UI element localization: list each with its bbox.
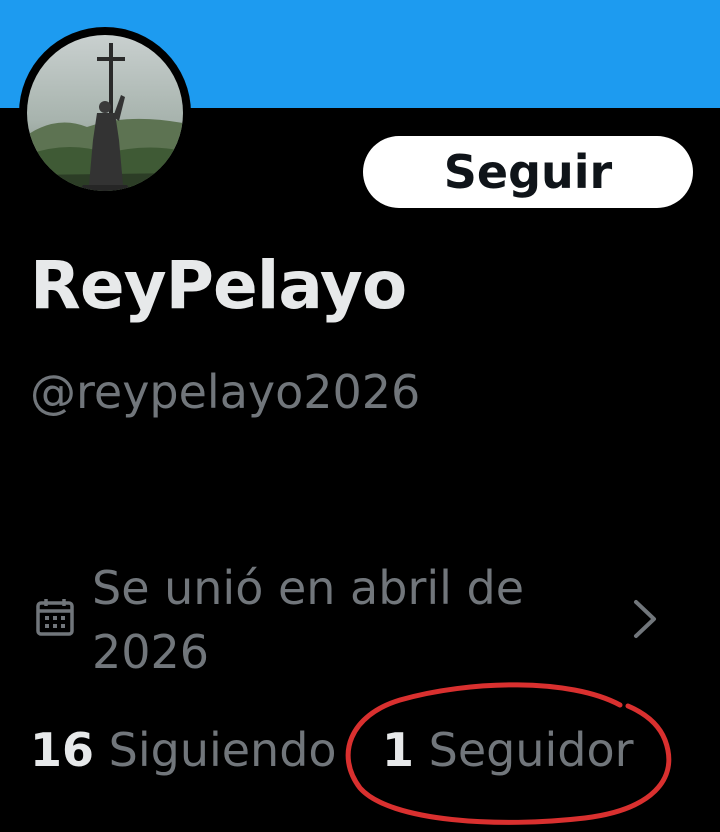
joined-date-row[interactable]: Se unió en abril de 2026 <box>30 556 690 684</box>
joined-date-text: Se unió en abril de 2026 <box>92 561 525 679</box>
followers-label: Seguidor <box>428 723 634 777</box>
follow-button[interactable]: Seguir <box>363 136 693 208</box>
following-link[interactable]: 16 Siguiendo <box>30 718 337 782</box>
followers-count: 1 <box>382 723 415 777</box>
following-count: 16 <box>30 723 95 777</box>
avatar-image <box>27 35 183 191</box>
display-name: ReyPelayo <box>30 247 407 324</box>
calendar-icon <box>34 596 76 638</box>
user-handle: @reypelayo2026 <box>30 365 421 419</box>
following-label: Siguiendo <box>108 723 337 777</box>
avatar[interactable] <box>19 27 191 199</box>
followers-link[interactable]: 1 Seguidor <box>382 718 634 782</box>
chevron-right-icon <box>630 598 660 640</box>
